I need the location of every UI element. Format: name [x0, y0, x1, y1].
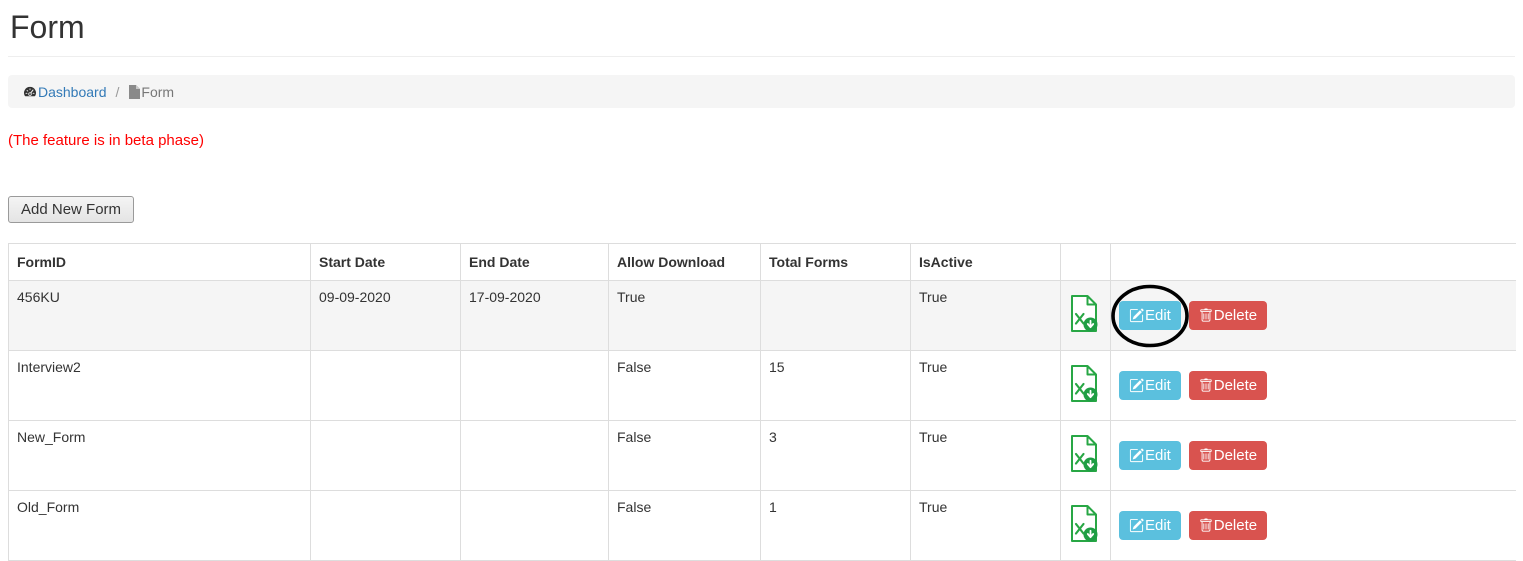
trash-icon	[1199, 448, 1213, 463]
cell-allow-download: False	[609, 491, 761, 561]
cell-end-date	[461, 421, 609, 491]
table-row: Old_Form False 1 True	[9, 491, 1516, 561]
delete-button[interactable]: Delete	[1189, 511, 1267, 540]
breadcrumb-dashboard-label: Dashboard	[38, 84, 107, 100]
file-icon	[128, 85, 140, 99]
delete-button[interactable]: Delete	[1189, 441, 1267, 470]
pencil-square-icon	[1129, 378, 1144, 393]
table-header-row: FormID Start Date End Date Allow Downloa…	[9, 244, 1516, 281]
col-header-isactive: IsActive	[911, 244, 1061, 281]
cell-is-active: True	[911, 351, 1061, 421]
cell-form-id: Old_Form	[9, 491, 311, 561]
cell-allow-download: False	[609, 421, 761, 491]
pencil-square-icon	[1129, 448, 1144, 463]
cell-form-id: Interview2	[9, 351, 311, 421]
cell-is-active: True	[911, 281, 1061, 351]
breadcrumb-current: Form	[128, 84, 174, 100]
excel-download-icon[interactable]	[1069, 294, 1099, 337]
cell-end-date	[461, 491, 609, 561]
trash-icon	[1199, 308, 1213, 323]
breadcrumb-dashboard-link[interactable]: Dashboard	[23, 84, 107, 100]
col-header-actions	[1111, 244, 1516, 281]
col-header-formid: FormID	[9, 244, 311, 281]
col-header-export	[1061, 244, 1111, 281]
edit-button[interactable]: Edit	[1119, 441, 1181, 470]
page-container: Form Dashboard /	[0, 0, 1523, 561]
cell-start-date	[311, 421, 461, 491]
cell-start-date	[311, 351, 461, 421]
cell-start-date: 09-09-2020	[311, 281, 461, 351]
excel-download-icon[interactable]	[1069, 364, 1099, 407]
cell-is-active: True	[911, 421, 1061, 491]
col-header-start-date: Start Date	[311, 244, 461, 281]
cell-form-id: 456KU	[9, 281, 311, 351]
col-header-end-date: End Date	[461, 244, 609, 281]
page-header: Form	[8, 0, 1515, 57]
edit-button[interactable]: Edit	[1119, 301, 1181, 330]
cell-is-active: True	[911, 491, 1061, 561]
delete-button[interactable]: Delete	[1189, 301, 1267, 330]
cell-allow-download: True	[609, 281, 761, 351]
cell-end-date	[461, 351, 609, 421]
cell-start-date	[311, 491, 461, 561]
excel-download-icon[interactable]	[1069, 434, 1099, 477]
excel-download-icon[interactable]	[1069, 504, 1099, 547]
cell-total-forms: 1	[761, 491, 911, 561]
dashboard-icon	[23, 85, 37, 99]
edit-button[interactable]: Edit	[1119, 371, 1181, 400]
trash-icon	[1199, 378, 1213, 393]
pencil-square-icon	[1129, 518, 1144, 533]
trash-icon	[1199, 518, 1213, 533]
edit-button[interactable]: Edit	[1119, 511, 1181, 540]
beta-notice: (The feature is in beta phase)	[8, 133, 1515, 149]
cell-total-forms: 3	[761, 421, 911, 491]
add-new-form-button[interactable]: Add New Form	[8, 196, 134, 223]
cell-form-id: New_Form	[9, 421, 311, 491]
page-title: Form	[10, 9, 1515, 46]
cell-total-forms	[761, 281, 911, 351]
breadcrumb-separator: /	[116, 84, 120, 100]
col-header-allow-download: Allow Download	[609, 244, 761, 281]
breadcrumb: Dashboard / Form	[8, 75, 1515, 108]
table-row: 456KU 09-09-2020 17-09-2020 True True	[9, 281, 1516, 351]
pencil-square-icon	[1129, 308, 1144, 323]
table-row: New_Form False 3 True	[9, 421, 1516, 491]
table-row: Interview2 False 15 True	[9, 351, 1516, 421]
cell-end-date: 17-09-2020	[461, 281, 609, 351]
delete-button[interactable]: Delete	[1189, 371, 1267, 400]
forms-table: FormID Start Date End Date Allow Downloa…	[8, 243, 1516, 561]
cell-total-forms: 15	[761, 351, 911, 421]
breadcrumb-current-label: Form	[141, 84, 174, 100]
cell-allow-download: False	[609, 351, 761, 421]
col-header-total-forms: Total Forms	[761, 244, 911, 281]
